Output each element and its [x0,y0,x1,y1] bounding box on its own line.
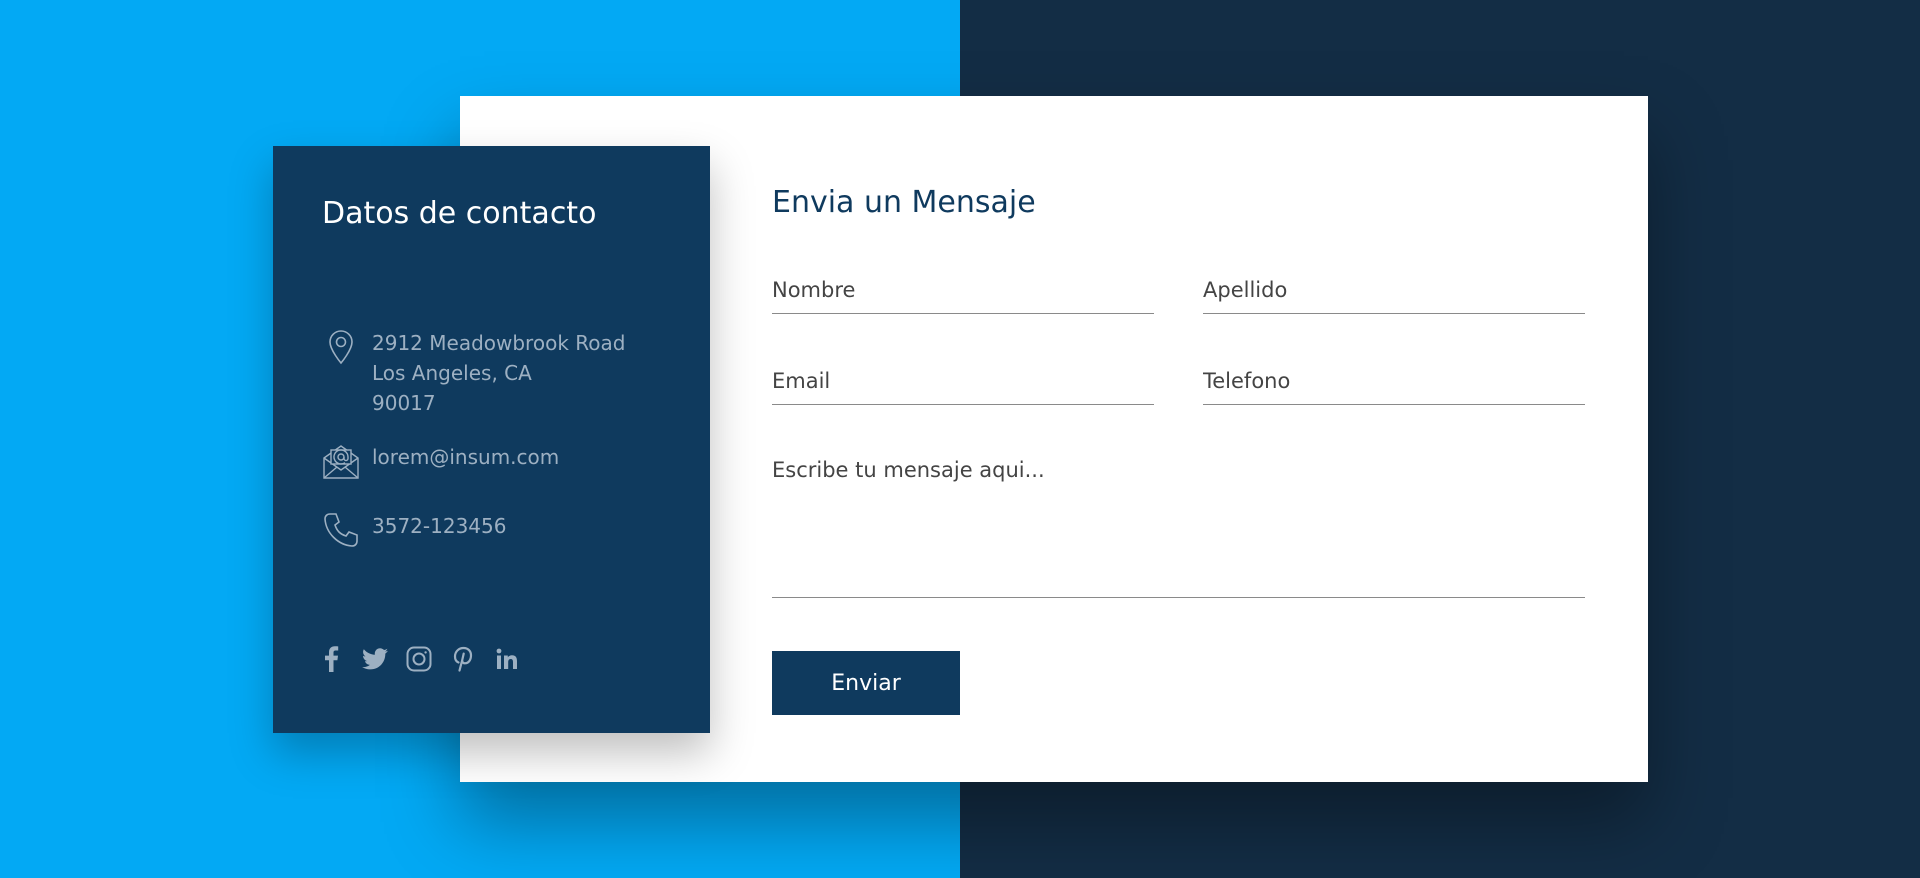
page-background: Datos de contacto 2912 Meadowbrook Road … [0,0,1920,878]
social-links [318,646,520,672]
envelope-at-icon [322,442,360,480]
email-input[interactable] [772,363,1154,405]
address-row: 2912 Meadowbrook Road Los Angeles, CA 90… [322,328,625,418]
map-pin-icon [322,328,360,366]
apellido-input[interactable] [1203,272,1585,314]
pinterest-icon[interactable] [450,646,476,672]
enviar-button[interactable]: Enviar [772,651,960,715]
phone-icon [322,511,360,549]
phone-text[interactable]: 3572-123456 [372,511,506,541]
twitter-icon[interactable] [362,646,388,672]
email-row: lorem@insum.com [322,442,559,480]
address-text: 2912 Meadowbrook Road Los Angeles, CA 90… [372,328,625,418]
telefono-input[interactable] [1203,363,1585,405]
contact-title: Datos de contacto [322,196,597,231]
linkedin-icon[interactable] [494,646,520,672]
instagram-icon[interactable] [406,646,432,672]
address-line-1: 2912 Meadowbrook Road [372,331,626,355]
address-line-3: 90017 [372,391,436,415]
email-text[interactable]: lorem@insum.com [372,442,559,472]
mensaje-textarea[interactable] [772,456,1585,598]
form-title: Envia un Mensaje [772,185,1036,220]
phone-row: 3572-123456 [322,511,506,549]
address-line-2: Los Angeles, CA [372,361,532,385]
facebook-icon[interactable] [318,646,344,672]
nombre-input[interactable] [772,272,1154,314]
contact-info-panel: Datos de contacto 2912 Meadowbrook Road … [273,146,710,733]
